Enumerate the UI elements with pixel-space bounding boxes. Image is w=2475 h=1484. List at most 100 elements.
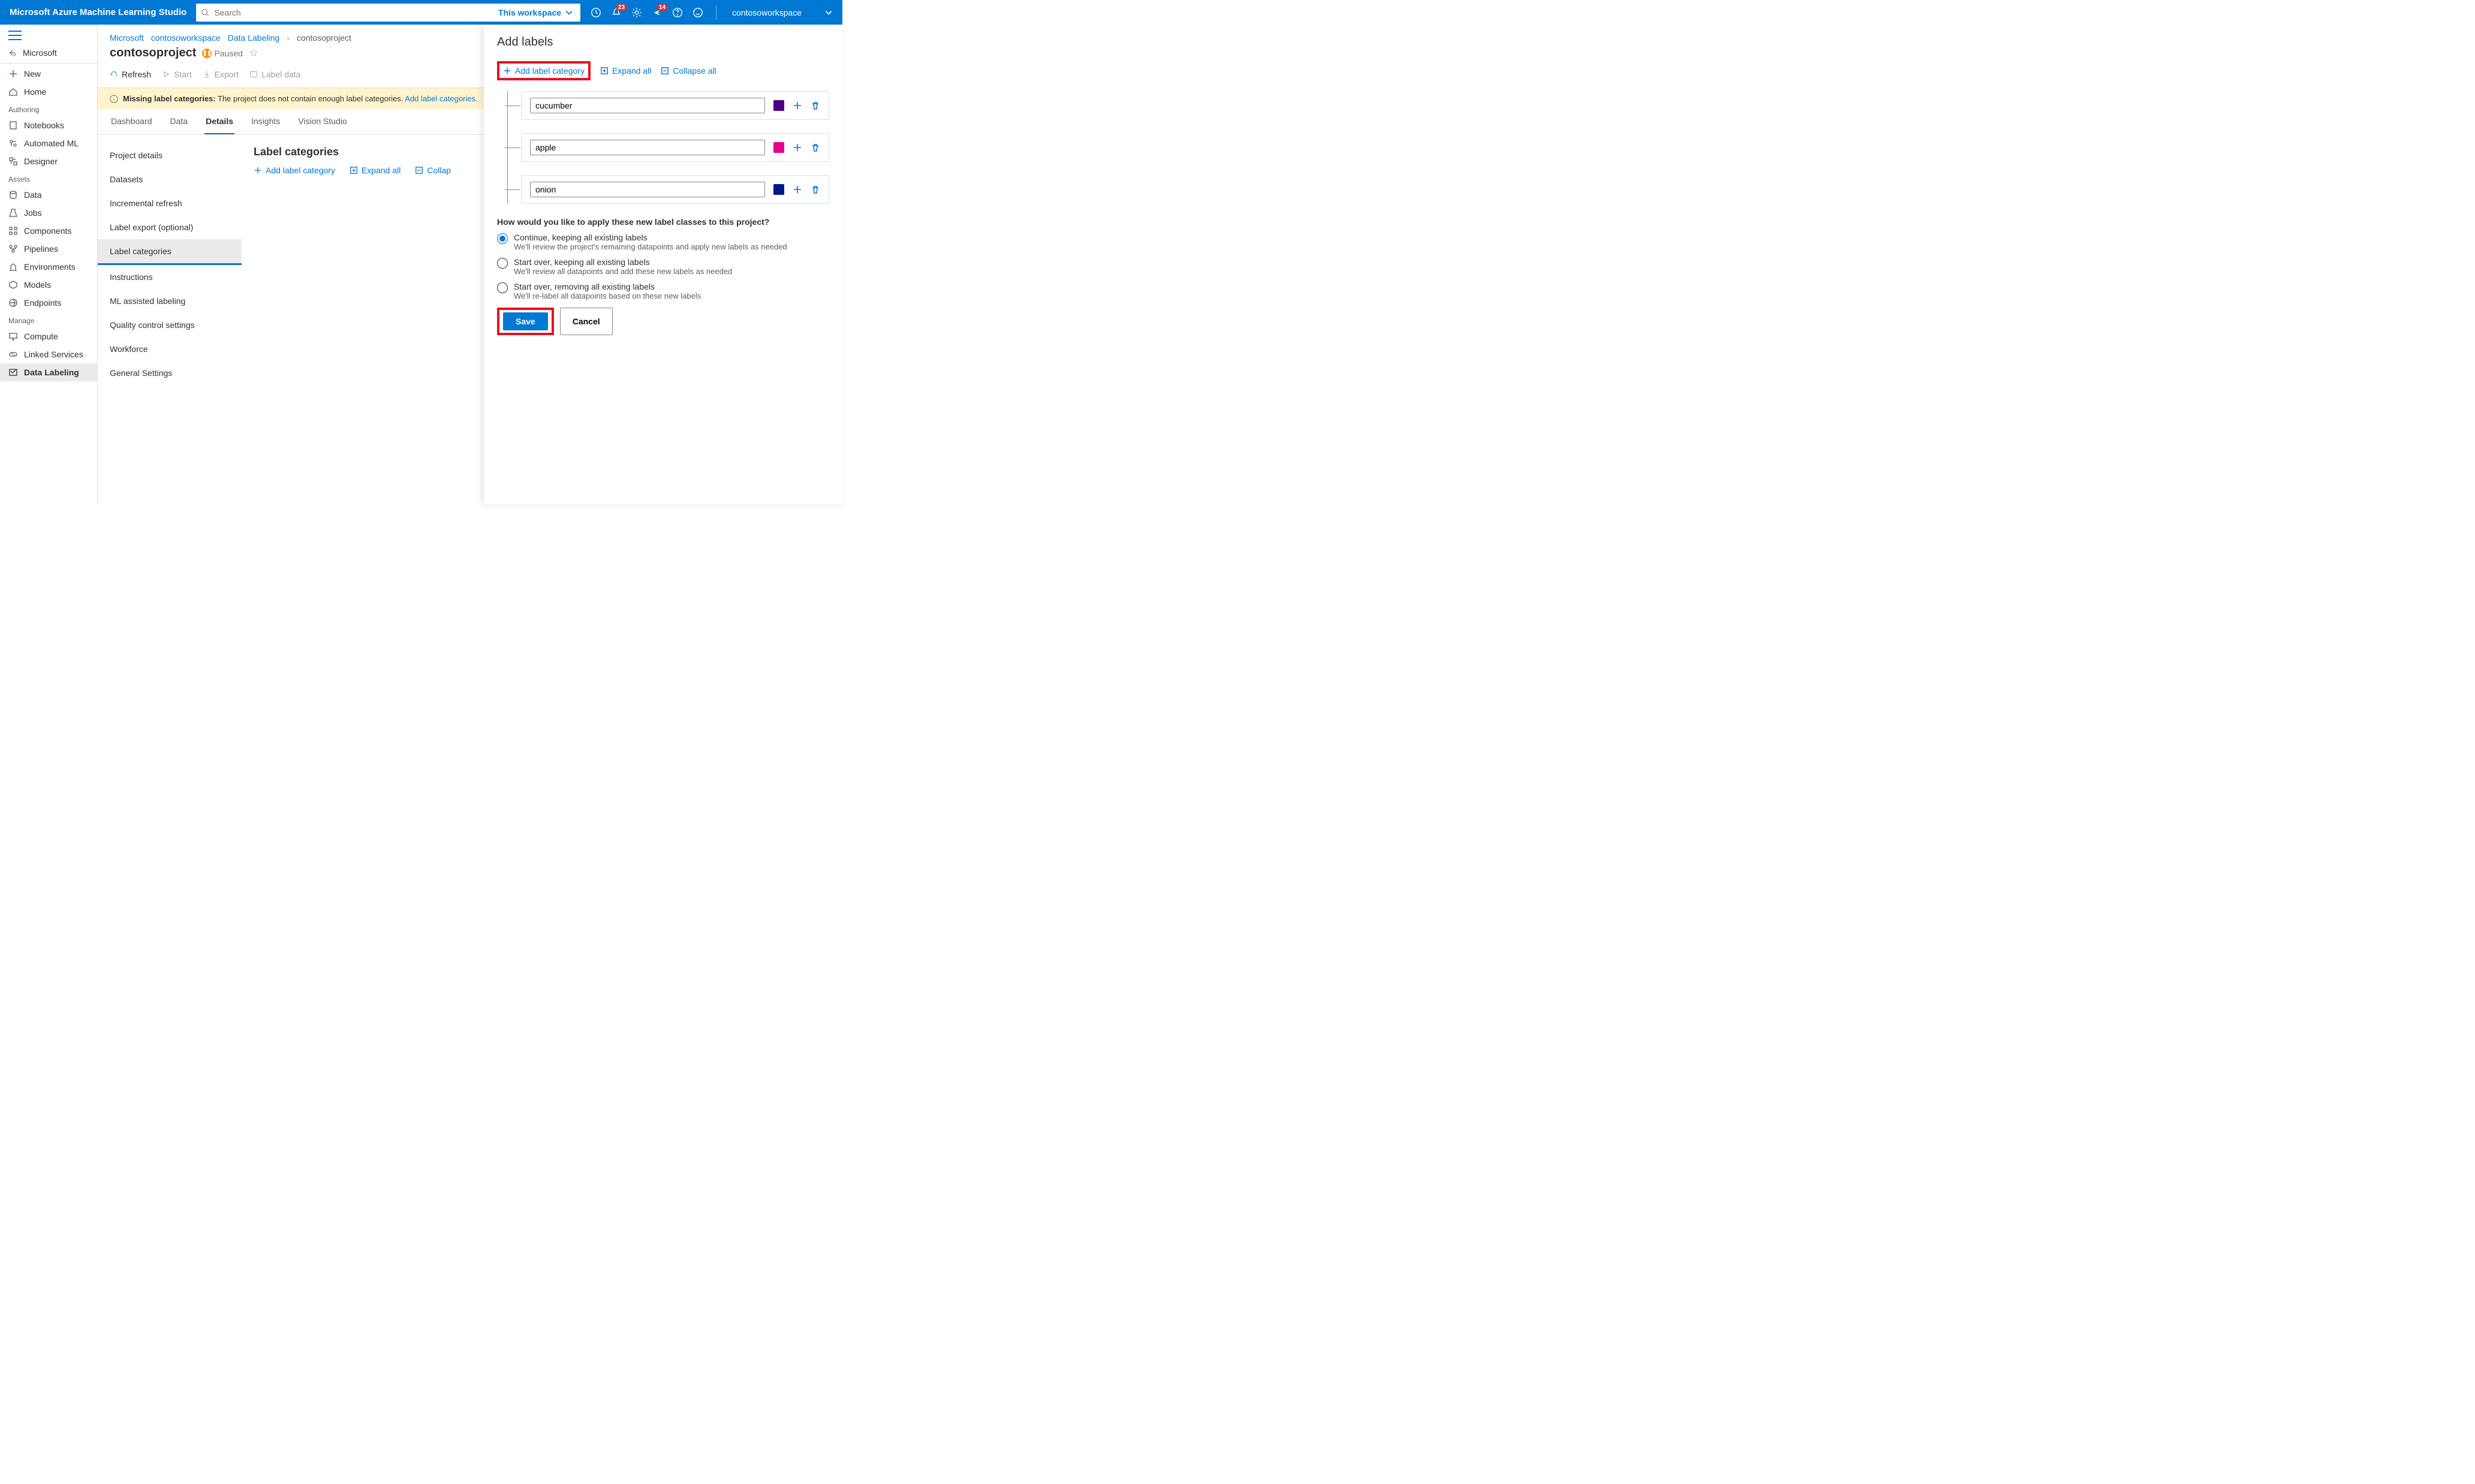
expand-icon: [600, 67, 609, 75]
highlight-add-category: Add label category: [497, 61, 591, 80]
color-swatch[interactable]: [773, 100, 784, 111]
gear-icon[interactable]: [631, 7, 643, 19]
collapse-all-button[interactable]: Collapse all: [661, 66, 716, 76]
radio-option[interactable]: Start over, removing all existing labels…: [497, 282, 829, 300]
topbar: Microsoft Azure Machine Learning Studio …: [0, 0, 842, 25]
nav-notebooks[interactable]: Notebooks: [0, 116, 97, 134]
tab-dashboard[interactable]: Dashboard: [110, 109, 153, 134]
nav-linked[interactable]: Linked Services: [0, 345, 97, 363]
nav-pipelines[interactable]: Pipelines: [0, 240, 97, 258]
bell-icon[interactable]: 23: [610, 7, 622, 19]
nav-back[interactable]: Microsoft: [0, 44, 97, 62]
crumb-microsoft[interactable]: Microsoft: [110, 33, 144, 43]
crumb-labeling[interactable]: Data Labeling: [228, 33, 279, 43]
share-icon[interactable]: 14: [651, 7, 663, 19]
content-add-label: Add label category: [266, 165, 335, 175]
nav-home[interactable]: Home: [0, 83, 97, 101]
radio-button[interactable]: [497, 233, 508, 244]
nav-environments[interactable]: Environments: [0, 258, 97, 276]
help-icon[interactable]: [672, 7, 684, 19]
apply-question: How would you like to apply these new la…: [497, 217, 829, 227]
side-ml[interactable]: ML assisted labeling: [98, 289, 242, 313]
favorite-star[interactable]: ☆: [249, 47, 258, 59]
nav-components[interactable]: Components: [0, 222, 97, 240]
labeling-icon: [8, 368, 18, 377]
nav-compute[interactable]: Compute: [0, 327, 97, 345]
endpoints-icon: [8, 298, 18, 308]
content-collapse[interactable]: Collap: [415, 165, 451, 175]
search-input[interactable]: [214, 8, 493, 17]
chevron-down-icon[interactable]: [824, 8, 833, 17]
nav-models[interactable]: Models: [0, 276, 97, 294]
nav-new[interactable]: New: [0, 65, 97, 83]
label-name-input[interactable]: [530, 98, 765, 113]
feedback-icon[interactable]: [692, 7, 704, 19]
side-export[interactable]: Label export (optional): [98, 215, 242, 239]
search-scope[interactable]: This workspace: [498, 8, 576, 17]
refresh-icon: [110, 70, 118, 79]
tab-details[interactable]: Details: [204, 109, 234, 134]
chevron-down-icon: [565, 8, 573, 17]
crumb-project: contosoproject: [297, 33, 351, 43]
tab-vision[interactable]: Vision Studio: [297, 109, 348, 134]
plus-icon: [254, 166, 262, 174]
delete-icon[interactable]: [811, 101, 820, 110]
side-datasets[interactable]: Datasets: [98, 167, 242, 191]
label-row: [521, 91, 829, 120]
warning-body: The project does not contain enough labe…: [218, 94, 403, 103]
nav-label: Environments: [24, 262, 76, 272]
collapse-icon: [415, 166, 423, 174]
content-add[interactable]: Add label category: [254, 165, 335, 175]
side-incremental[interactable]: Incremental refresh: [98, 191, 242, 215]
radio-button[interactable]: [497, 258, 508, 269]
color-swatch[interactable]: [773, 184, 784, 195]
nav-automl[interactable]: Automated ML: [0, 134, 97, 152]
tab-insights[interactable]: Insights: [250, 109, 281, 134]
start-button[interactable]: Start: [162, 70, 192, 79]
search-box[interactable]: This workspace: [196, 4, 580, 22]
cancel-button[interactable]: Cancel: [560, 308, 613, 335]
label-name-input[interactable]: [530, 140, 765, 155]
side-general[interactable]: General Settings: [98, 361, 242, 385]
delete-icon[interactable]: [811, 143, 820, 152]
nav-endpoints[interactable]: Endpoints: [0, 294, 97, 312]
tab-data[interactable]: Data: [169, 109, 189, 134]
play-icon: [162, 70, 170, 79]
crumb-workspace[interactable]: contosoworkspace: [151, 33, 221, 43]
nav-jobs[interactable]: Jobs: [0, 204, 97, 222]
export-button[interactable]: Export: [203, 70, 239, 79]
add-child-icon[interactable]: [793, 185, 802, 194]
content-expand[interactable]: Expand all: [350, 165, 401, 175]
side-workforce[interactable]: Workforce: [98, 337, 242, 361]
nav-label: Data Labeling: [24, 368, 79, 377]
hamburger-icon[interactable]: [8, 31, 22, 40]
side-instructions[interactable]: Instructions: [98, 265, 242, 289]
add-label-category-button[interactable]: Add label category: [503, 66, 585, 76]
add-child-icon[interactable]: [793, 143, 802, 152]
nav-label: Data: [24, 190, 42, 200]
side-project-details[interactable]: Project details: [98, 143, 242, 167]
expand-all-button[interactable]: Expand all: [600, 66, 651, 76]
workspace-name[interactable]: contosoworkspace: [732, 8, 802, 17]
color-swatch[interactable]: [773, 142, 784, 153]
refresh-button[interactable]: Refresh: [110, 70, 151, 79]
radio-option[interactable]: Start over, keeping all existing labelsW…: [497, 257, 829, 276]
details-sidemenu: Project details Datasets Incremental ref…: [98, 135, 242, 504]
clock-icon[interactable]: [590, 7, 602, 19]
nav-designer[interactable]: Designer: [0, 152, 97, 170]
label-name-input[interactable]: [530, 182, 765, 197]
save-button[interactable]: Save: [503, 312, 548, 330]
radio-option[interactable]: Continue, keeping all existing labelsWe'…: [497, 233, 829, 251]
add-child-icon[interactable]: [793, 101, 802, 110]
nav-data[interactable]: Data: [0, 186, 97, 204]
warning-link[interactable]: Add label categories.: [405, 94, 477, 103]
radio-button[interactable]: [497, 282, 508, 293]
nav-labeling[interactable]: Data Labeling: [0, 363, 97, 381]
home-icon: [8, 87, 18, 97]
side-categories[interactable]: Label categories: [98, 239, 242, 265]
info-icon: [110, 95, 118, 103]
side-quality[interactable]: Quality control settings: [98, 313, 242, 337]
labeldata-button[interactable]: Label data: [249, 70, 300, 79]
highlight-save: Save: [497, 308, 554, 335]
delete-icon[interactable]: [811, 185, 820, 194]
